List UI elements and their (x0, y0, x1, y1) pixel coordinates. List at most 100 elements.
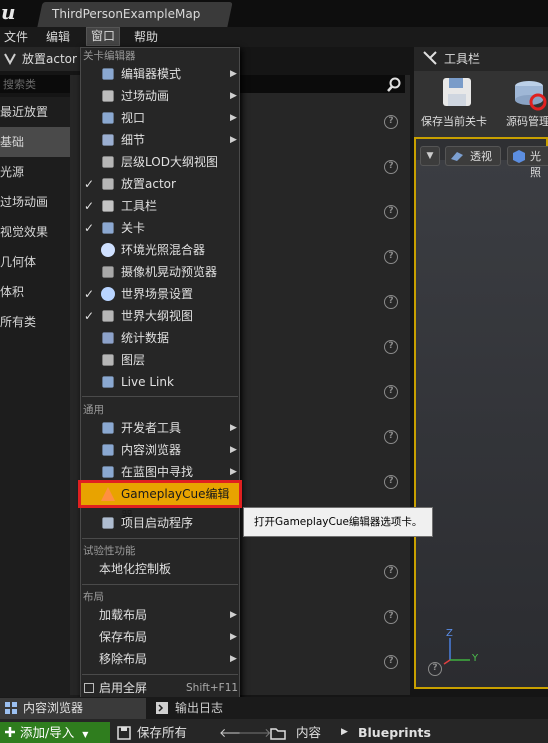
tools-icon (102, 200, 114, 212)
level-icon (102, 222, 114, 234)
menu-item-label: 环境光照混合器 (121, 243, 206, 257)
menu-item[interactable]: 环境光照混合器 (81, 239, 239, 261)
viewport-help-icon[interactable]: ? (428, 662, 442, 676)
menu-item-label: 层级LOD大纲视图 (121, 155, 218, 169)
category-item[interactable]: 光源 (0, 157, 78, 187)
save-icon[interactable] (441, 76, 473, 108)
content-browser-icon (5, 702, 17, 714)
help-icon[interactable]: ? (384, 475, 398, 489)
source-control-icon[interactable] (511, 78, 548, 112)
launcher-icon (102, 517, 114, 529)
menu-window[interactable]: 窗口 (86, 27, 121, 46)
help-icon[interactable]: ? (384, 115, 398, 129)
help-icon[interactable]: ? (384, 160, 398, 174)
menu-item[interactable]: 视口 ▶ (81, 107, 239, 129)
menu-item[interactable]: 图层 (81, 349, 239, 371)
menu-item[interactable]: Live Link (81, 371, 239, 393)
section-layout: 布局 (83, 591, 104, 603)
menu-item-label: 启用全屏 (99, 681, 148, 695)
menu-item-layout[interactable]: 移除布局 ▶ (81, 648, 239, 670)
category-item[interactable]: 基础 (0, 127, 78, 157)
menu-item[interactable]: ✓ 世界场景设置 (81, 283, 239, 305)
help-icon[interactable]: ? (384, 205, 398, 219)
menu-item[interactable]: ✓ 工具栏 (81, 195, 239, 217)
viewport-options-button[interactable]: ▼ (420, 146, 440, 166)
help-icon[interactable]: ? (384, 340, 398, 354)
tab-output-log[interactable]: 输出日志 (175, 698, 223, 718)
menu-edit[interactable]: 编辑 (42, 27, 74, 47)
menu-item[interactable]: 过场动画 ▶ (81, 85, 239, 107)
help-icon[interactable]: ? (384, 655, 398, 669)
path-chevron-icon: ▶ (341, 727, 348, 737)
search-icon[interactable] (386, 77, 402, 93)
search-field-extension[interactable] (238, 75, 405, 93)
menu-item-label: 保存布局 (99, 630, 148, 644)
menu-item[interactable]: ✓ 关卡 (81, 217, 239, 239)
help-icon[interactable]: ? (384, 295, 398, 309)
source-control-button[interactable]: 源码管理 (506, 113, 548, 129)
save-all-button[interactable]: 保存所有 (137, 722, 187, 743)
category-item[interactable]: 所有类 (0, 307, 78, 337)
menu-item[interactable]: 编辑器模式 ▶ (81, 63, 239, 85)
viewport-icon (102, 112, 114, 124)
help-icon[interactable]: ? (384, 385, 398, 399)
menu-item[interactable]: 开发者工具 ▶ (81, 417, 239, 439)
editor-window: u ThirdPersonExampleMap 文件 编辑 窗口 帮助 放置ac… (0, 0, 548, 743)
menu-item[interactable]: 项目启动程序 (81, 512, 239, 534)
category-item[interactable]: 最近放置 (0, 97, 78, 127)
menu-item-gameplaycue[interactable]: GameplayCue编辑器 (78, 480, 242, 523)
menu-separator (82, 674, 238, 675)
path-root[interactable]: 内容 (296, 722, 321, 743)
menu-item-label: 移除布局 (99, 652, 148, 666)
menu-help[interactable]: 帮助 (130, 27, 162, 47)
sphere-icon (101, 243, 115, 257)
menu-item-layout[interactable]: 保存布局 ▶ (81, 626, 239, 648)
output-log-icon (156, 702, 168, 714)
help-icon[interactable]: ? (384, 565, 398, 579)
camera-shake-icon (102, 266, 114, 278)
menu-item[interactable]: 在蓝图中寻找 ▶ (81, 461, 239, 483)
menu-item-label: 统计数据 (121, 331, 170, 345)
menu-item[interactable]: 摄像机晃动预览器 (81, 261, 239, 283)
help-icon[interactable]: ? (384, 610, 398, 624)
menu-item-label: 开发者工具 (121, 421, 182, 435)
category-item[interactable]: 体积 (0, 277, 78, 307)
help-icon[interactable]: ? (384, 250, 398, 264)
toolbar-tab-title: 工具栏 (444, 52, 481, 66)
menu-separator (82, 584, 238, 585)
submenu-arrow-icon: ▶ (230, 423, 237, 433)
menu-file[interactable]: 文件 (0, 27, 32, 47)
category-item[interactable]: 几何体 (0, 247, 78, 277)
menu-item-layout[interactable]: 加载布局 ▶ (81, 604, 239, 626)
submenu-arrow-icon: ▶ (230, 445, 237, 455)
menu-item-fullscreen[interactable]: 启用全屏 Shift+F11 (81, 677, 239, 699)
menu-item-label: 加载布局 (99, 608, 148, 622)
menu-item-localization[interactable]: 本地化控制板 (81, 558, 239, 580)
lit-cube-icon (513, 150, 525, 163)
menu-item[interactable]: 细节 ▶ (81, 129, 239, 151)
menu-item[interactable]: 统计数据 (81, 327, 239, 349)
menu-item-label: 放置actor (121, 177, 176, 191)
category-item[interactable]: 过场动画 (0, 187, 78, 217)
menu-item[interactable]: 层级LOD大纲视图 (81, 151, 239, 173)
save-level-button[interactable]: 保存当前关卡 (421, 113, 487, 129)
submenu-arrow-icon: ▶ (230, 467, 237, 477)
menu-item[interactable]: 内容浏览器 ▶ (81, 439, 239, 461)
section-experimental: 试验性功能 (83, 545, 136, 557)
gear-icon (102, 68, 114, 80)
check-icon: ✓ (84, 287, 95, 301)
menu-item[interactable]: ✓ 放置actor (81, 173, 239, 195)
add-import-button[interactable]: 添加/导入 ▼ (0, 722, 110, 743)
forward-arrow-icon[interactable]: 🡒 (238, 722, 272, 743)
menu-item-label: 过场动画 (121, 89, 170, 103)
section-general: 通用 (83, 404, 104, 416)
menu-item-label: 细节 (121, 133, 146, 147)
help-icon[interactable]: ? (384, 430, 398, 444)
category-item[interactable]: 视觉效果 (0, 217, 78, 247)
fullscreen-checkbox[interactable] (84, 683, 94, 693)
menu-item[interactable]: ✓ 世界大纲视图 (81, 305, 239, 327)
layers-icon (102, 156, 114, 168)
menu-item-label: 图层 (121, 353, 146, 367)
path-leaf[interactable]: Blueprints (358, 722, 431, 743)
details-icon (102, 134, 114, 146)
